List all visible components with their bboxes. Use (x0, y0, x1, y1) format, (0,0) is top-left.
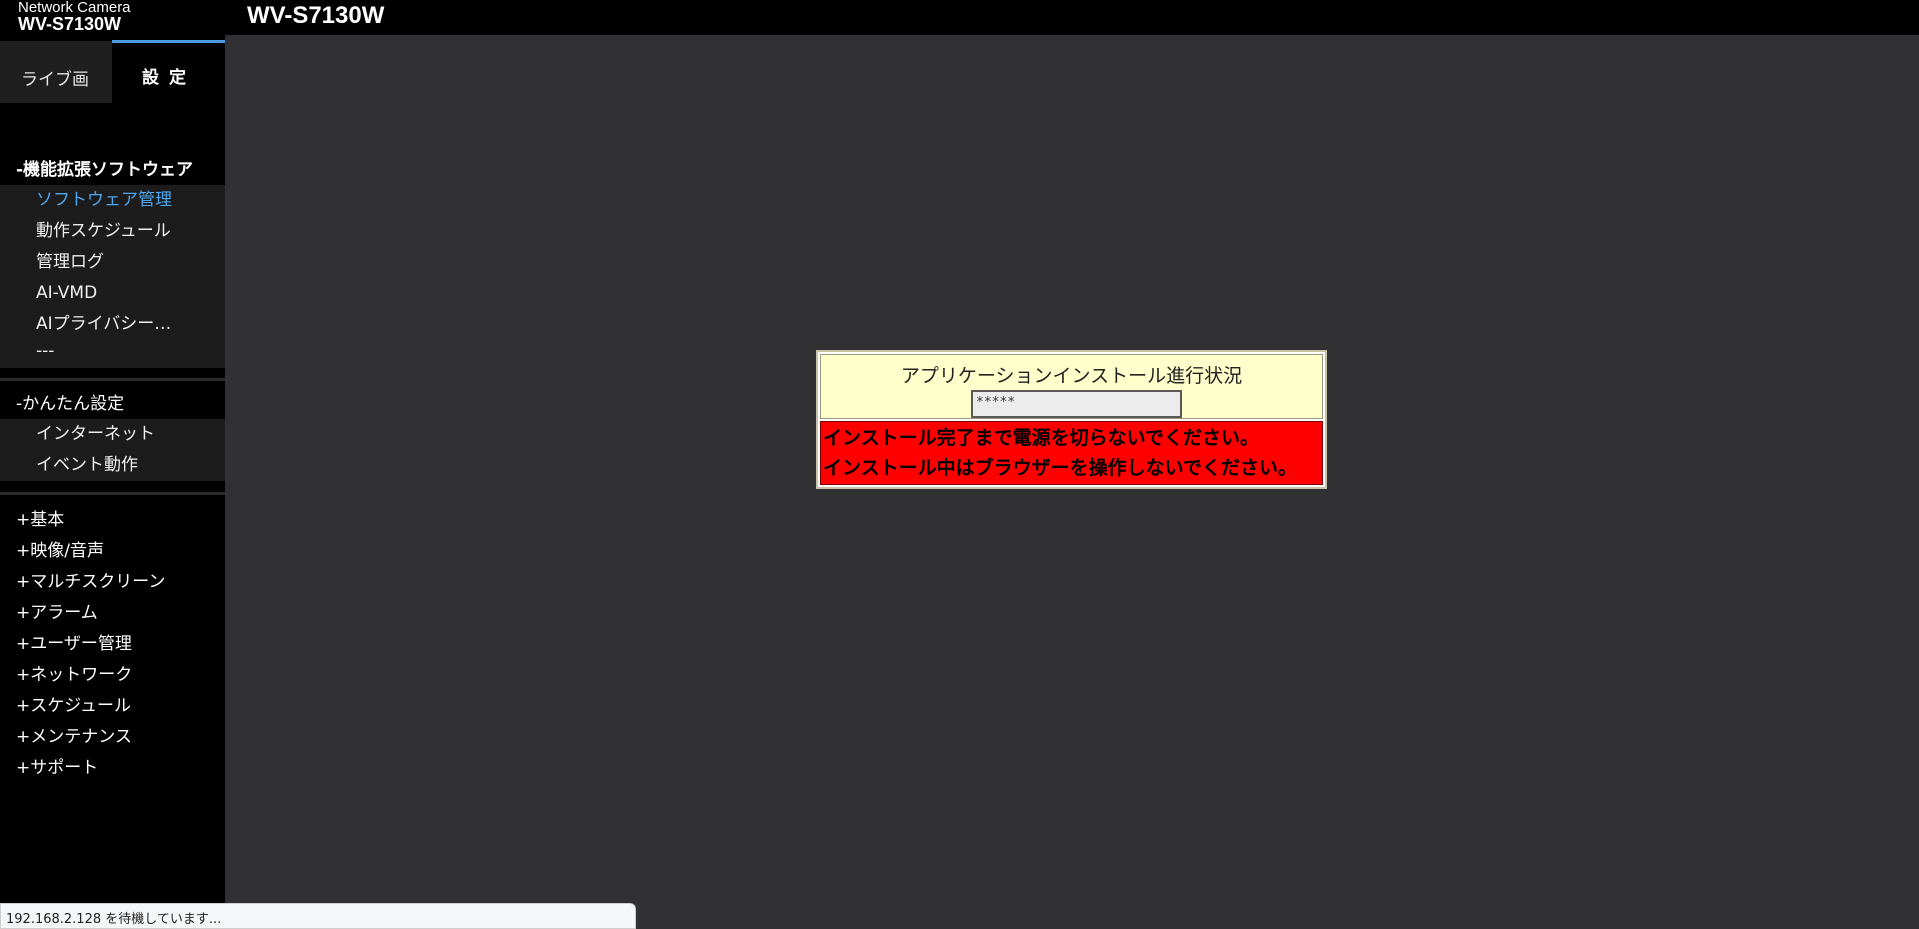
sidebar-item-software-management[interactable]: ソフトウェア管理 (0, 185, 225, 216)
sidebar-item-multiscreen[interactable]: +マルチスクリーン (0, 567, 225, 598)
warning-browser-text: インストール中はブラウザーを操作しないでください。 (823, 457, 1298, 479)
brand-subtitle: Network Camera (18, 0, 131, 16)
sidebar-item-maintenance[interactable]: +メンテナンス (0, 722, 225, 753)
dialog-status-panel: アプリケーションインストール進行状況 ***** (820, 354, 1323, 419)
install-progress-dialog: アプリケーションインストール進行状況 ***** インストール完了まで電源を切ら… (816, 350, 1327, 489)
top-header: Network Camera WV-S7130W WV-S7130W (0, 0, 1919, 35)
sidebar: ライブ画 設定 -機能拡張ソフトウェア ソフトウェア管理 動作スケジュール 管理… (0, 35, 225, 929)
page-title: WV-S7130W (247, 2, 385, 29)
sidebar-item-operation-schedule[interactable]: 動作スケジュール (0, 216, 225, 247)
tab-bar: ライブ画 設定 (0, 35, 225, 103)
extension-software-submenu: ソフトウェア管理 動作スケジュール 管理ログ AI-VMD AIプライバシー… … (0, 185, 225, 368)
group-easy-setup[interactable]: -かんたん設定 (0, 389, 225, 419)
sidebar-item-ai-privacy[interactable]: AIプライバシー… (0, 309, 225, 340)
brand-model: WV-S7130W (18, 14, 122, 34)
tab-settings[interactable]: 設定 (112, 40, 225, 103)
sidebar-item-alarm[interactable]: +アラーム (0, 598, 225, 629)
sidebar-item-event-action[interactable]: イベント動作 (0, 450, 225, 481)
sidebar-item-management-log[interactable]: 管理ログ (0, 247, 225, 278)
warning-panel: インストール完了まで電源を切らないでください。 インストール中はブラウザーを操作… (820, 421, 1323, 485)
sidebar-item-schedule[interactable]: +スケジュール (0, 691, 225, 722)
sidebar-item-user-management[interactable]: +ユーザー管理 (0, 629, 225, 660)
sidebar-item-ai-vmd[interactable]: AI-VMD (0, 278, 225, 309)
install-progress-indicator: ***** (971, 390, 1182, 418)
sidebar-item-support[interactable]: +サポート (0, 753, 225, 784)
sidebar-item-placeholder[interactable]: --- (0, 340, 225, 366)
sidebar-item-internet[interactable]: インターネット (0, 419, 225, 450)
sidebar-item-basic[interactable]: +基本 (0, 505, 225, 536)
easy-setup-submenu: インターネット イベント動作 (0, 419, 225, 481)
sidebar-item-image-audio[interactable]: +映像/音声 (0, 536, 225, 567)
dialog-title: アプリケーションインストール進行状況 (900, 365, 1243, 387)
tab-live[interactable]: ライブ画 (0, 41, 112, 103)
warning-power-text: インストール完了まで電源を切らないでください。 (823, 427, 1260, 449)
sidebar-item-network[interactable]: +ネットワーク (0, 660, 225, 691)
browser-status-bar: 192.168.2.128 を待機しています... (0, 903, 636, 929)
group-extension-software[interactable]: -機能拡張ソフトウェア (0, 155, 225, 185)
